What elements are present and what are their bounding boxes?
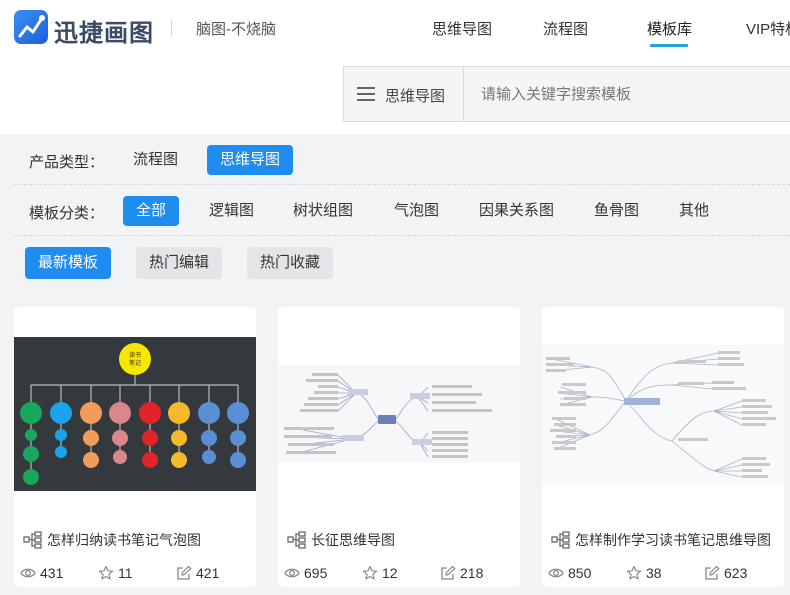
mindmap-type-icon <box>287 531 306 549</box>
nav-active-indicator <box>650 44 688 47</box>
search-type-label: 思维导图 <box>385 88 446 105</box>
edit-count: 421 <box>196 565 220 581</box>
top-header: 迅捷画图 脑图-不烧脑 思维导图 流程图 模板库 VIP特权 <box>0 0 790 60</box>
filter-divider <box>14 184 790 185</box>
edit-icon[interactable] <box>176 565 192 581</box>
edit-count: 623 <box>724 565 748 581</box>
sort-hot-fav-chip[interactable]: 热门收藏 <box>247 247 334 279</box>
eye-icon <box>284 568 300 578</box>
mindmap-type-icon <box>551 531 570 549</box>
filter-panel: 产品类型： 流程图 思维导图 模板分类： 全部 逻辑图 树状组图 气泡图 因果关… <box>14 134 790 292</box>
edit-icon[interactable] <box>440 565 456 581</box>
eye-icon <box>548 568 564 578</box>
star-icon[interactable] <box>362 565 378 581</box>
template-card[interactable]: 怎样制作学习读书笔记思维导图 850 38 623 <box>542 307 784 587</box>
bubble-center-text: 读书 <box>129 351 141 359</box>
category-tree-chip[interactable]: 树状组图 <box>280 196 366 226</box>
card-title[interactable]: 怎样归纳读书笔记气泡图 <box>47 530 201 550</box>
search-box: 思维导图 <box>343 66 790 122</box>
product-mindmap-chip[interactable]: 思维导图 <box>207 145 294 175</box>
sort-newest-chip[interactable]: 最新模板 <box>25 247 112 279</box>
brand-slogan: 脑图-不烧脑 <box>196 21 276 38</box>
category-label: 模板分类： <box>29 205 105 222</box>
mindmap-type-icon <box>23 531 42 549</box>
category-causal-chip[interactable]: 因果关系图 <box>466 196 567 226</box>
brand-logo-icon[interactable] <box>14 10 48 44</box>
product-type-label: 产品类型： <box>29 154 105 171</box>
category-bubble-chip[interactable]: 气泡图 <box>381 196 452 226</box>
eye-icon <box>20 568 36 578</box>
star-count: 38 <box>646 565 662 581</box>
edit-count: 218 <box>460 565 484 581</box>
filter-divider <box>14 235 790 236</box>
search-type-dropdown[interactable]: 思维导图 <box>344 67 464 121</box>
star-icon[interactable] <box>98 565 114 581</box>
category-fishbone-chip[interactable]: 鱼骨图 <box>581 196 652 226</box>
view-count: 695 <box>304 565 328 581</box>
search-input[interactable] <box>465 67 790 121</box>
category-logic-chip[interactable]: 逻辑图 <box>196 196 267 226</box>
template-thumbnail[interactable] <box>542 307 784 521</box>
header-divider <box>171 19 172 37</box>
view-count: 850 <box>568 565 592 581</box>
star-count: 11 <box>118 565 133 581</box>
nav-vip[interactable]: VIP特权 <box>746 18 790 39</box>
template-card[interactable]: 长征思维导图 695 12 218 <box>278 307 520 587</box>
template-card[interactable]: 读书 笔记 怎样归纳读书笔记气泡图 431 11 421 <box>14 307 256 587</box>
category-all-chip[interactable]: 全部 <box>123 196 180 226</box>
star-count: 12 <box>382 565 398 581</box>
edit-icon[interactable] <box>704 565 720 581</box>
star-icon[interactable] <box>626 565 642 581</box>
template-thumbnail[interactable] <box>278 307 520 521</box>
view-count: 431 <box>40 565 64 581</box>
product-flowchart-chip[interactable]: 流程图 <box>120 145 191 175</box>
nav-templates[interactable]: 模板库 <box>647 18 692 39</box>
template-thumbnail[interactable]: 读书 笔记 <box>14 307 256 521</box>
card-title[interactable]: 怎样制作学习读书笔记思维导图 <box>575 530 771 550</box>
sort-hot-edit-chip[interactable]: 热门编辑 <box>136 247 223 279</box>
bubble-center-text: 笔记 <box>129 359 141 367</box>
search-band: 思维导图 <box>0 60 790 134</box>
nav-flowchart[interactable]: 流程图 <box>543 18 588 39</box>
card-title[interactable]: 长征思维导图 <box>311 530 395 550</box>
nav-mindmap[interactable]: 思维导图 <box>432 18 492 39</box>
menu-icon <box>357 87 375 101</box>
brand-name[interactable]: 迅捷画图 <box>54 13 154 48</box>
category-other-chip[interactable]: 其他 <box>666 196 722 226</box>
